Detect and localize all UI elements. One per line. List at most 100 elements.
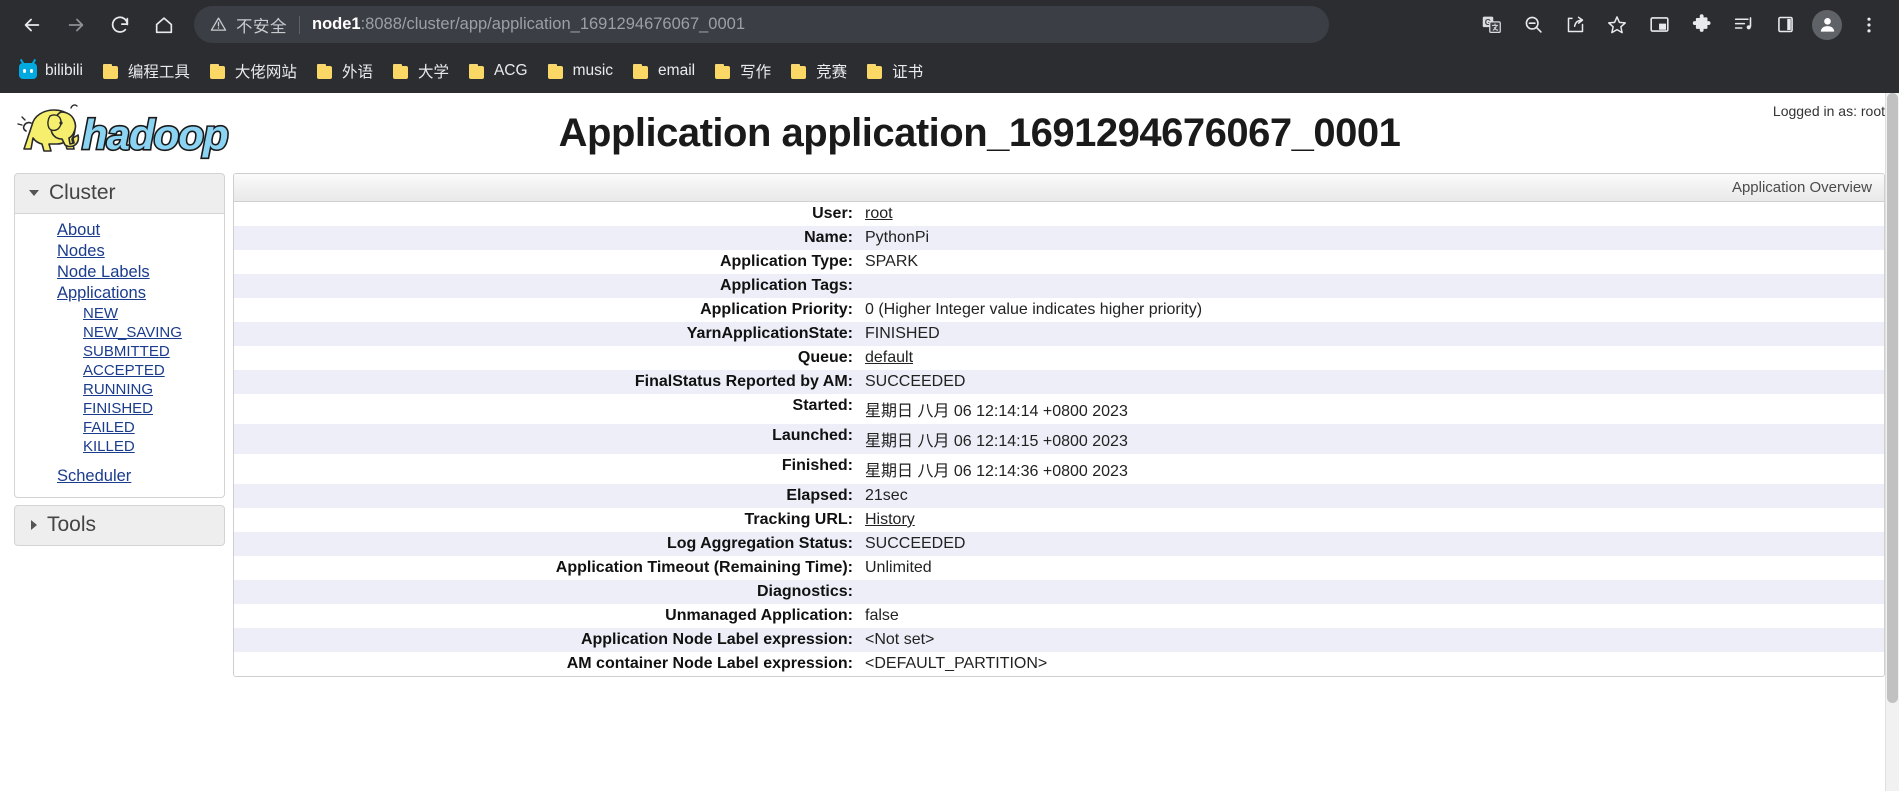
row-label: Started: bbox=[792, 397, 853, 414]
reload-button[interactable] bbox=[98, 3, 142, 47]
user-link[interactable]: root bbox=[865, 205, 893, 222]
bookmark-folder-1[interactable]: 编程工具 bbox=[94, 56, 199, 86]
folder-icon bbox=[392, 63, 410, 79]
sidebar-item-node-labels[interactable]: Node Labels bbox=[57, 262, 150, 283]
row-value: PythonPi bbox=[865, 229, 930, 246]
sidebar-item-killed[interactable]: KILLED bbox=[83, 437, 135, 456]
share-button[interactable] bbox=[1555, 5, 1595, 45]
media-playlist-icon bbox=[1734, 17, 1751, 30]
bilibili-icon bbox=[19, 58, 37, 79]
profile-button[interactable] bbox=[1807, 5, 1847, 45]
sidebar-item-submitted[interactable]: SUBMITTED bbox=[83, 342, 170, 361]
table-row: Diagnostics: bbox=[234, 580, 1884, 604]
row-label: Application Type: bbox=[719, 253, 853, 270]
row-value: <Not set> bbox=[865, 631, 935, 648]
page-header: hadoop Application application_169129467… bbox=[0, 93, 1899, 173]
table-row: Queue: default bbox=[234, 346, 1884, 370]
sidebar-section-cluster-header[interactable]: Cluster bbox=[14, 173, 225, 214]
bookmark-folder-5[interactable]: ACG bbox=[460, 56, 537, 86]
sidebar-item-finished[interactable]: FINISHED bbox=[83, 399, 153, 418]
address-bar[interactable]: 不安全 node1:8088/cluster/app/application_1… bbox=[194, 6, 1329, 43]
bookmark-star-button[interactable] bbox=[1597, 5, 1637, 45]
bookmark-folder-6[interactable]: music bbox=[539, 56, 622, 86]
side-panel-button[interactable] bbox=[1765, 5, 1805, 45]
sidebar-item-about[interactable]: About bbox=[57, 220, 100, 241]
page-scrollbar[interactable] bbox=[1885, 93, 1899, 791]
bookmark-label: 大学 bbox=[417, 64, 449, 81]
sidebar-item-running[interactable]: RUNNING bbox=[83, 380, 153, 399]
table-row: Started: 星期日 八月 06 12:14:14 +0800 2023 bbox=[234, 394, 1884, 424]
bookmark-label: music bbox=[572, 62, 614, 79]
table-row: Application Tags: bbox=[234, 274, 1884, 298]
row-label: Tracking URL: bbox=[744, 511, 853, 528]
home-button[interactable] bbox=[142, 3, 186, 47]
tracking-url-link[interactable]: History bbox=[865, 511, 915, 528]
row-label: Elapsed: bbox=[786, 487, 853, 504]
extensions-puzzle-icon bbox=[1692, 14, 1711, 32]
share-icon bbox=[1567, 16, 1583, 33]
picture-in-picture-button[interactable] bbox=[1639, 5, 1679, 45]
bookmark-label: email bbox=[658, 62, 696, 79]
bookmark-folder-4[interactable]: 大学 bbox=[384, 56, 458, 86]
profile-avatar-icon bbox=[1812, 9, 1842, 40]
sidebar-section-tools-header[interactable]: Tools bbox=[14, 505, 225, 546]
folder-icon bbox=[867, 63, 884, 79]
scrollbar-thumb[interactable] bbox=[1887, 93, 1898, 703]
row-value: FINISHED bbox=[865, 325, 940, 342]
row-label: Application Timeout (Remaining Time): bbox=[555, 559, 853, 576]
row-value: Unlimited bbox=[865, 559, 932, 576]
page-body: Cluster About Nodes Node Labels Applicat… bbox=[0, 173, 1899, 677]
chrome-menu-button[interactable] bbox=[1849, 5, 1889, 45]
table-caption-bar: Application Overview bbox=[234, 174, 1884, 202]
not-secure-warning-icon bbox=[210, 16, 227, 33]
folder-icon bbox=[715, 63, 732, 79]
forward-button[interactable] bbox=[54, 3, 98, 47]
bookmark-folder-9[interactable]: 竞赛 bbox=[782, 56, 856, 86]
row-label: Launched: bbox=[772, 427, 853, 444]
bookmark-folder-2[interactable]: 大佬网站 bbox=[201, 56, 306, 86]
back-button[interactable] bbox=[10, 3, 54, 47]
translate-icon: G bbox=[1482, 16, 1501, 33]
table-row: AM container Node Label expression: <DEF… bbox=[234, 652, 1884, 676]
back-arrow-icon bbox=[24, 18, 40, 31]
sidebar-item-new-saving[interactable]: NEW_SAVING bbox=[83, 323, 182, 342]
table-row: Application Type: SPARK bbox=[234, 250, 1884, 274]
chevron-right-icon bbox=[31, 520, 37, 530]
table-row: Application Priority: 0 (Higher Integer … bbox=[234, 298, 1884, 322]
application-overview-table: Application Overview User: root Name: Py… bbox=[233, 173, 1885, 677]
bookmark-label: bilibili bbox=[45, 62, 83, 79]
bookmark-label: ACG bbox=[493, 62, 528, 79]
translate-button[interactable]: G bbox=[1471, 5, 1511, 45]
bookmark-star-icon bbox=[1608, 15, 1626, 33]
row-label: Application Node Label expression: bbox=[580, 631, 853, 648]
bookmark-bilibili[interactable]: bilibili bbox=[10, 56, 92, 86]
sidebar-section-title: Cluster bbox=[49, 181, 116, 204]
row-value: default bbox=[859, 346, 1884, 370]
queue-link[interactable]: default bbox=[865, 349, 913, 366]
sidebar-item-new[interactable]: NEW bbox=[83, 304, 118, 323]
bookmark-folder-7[interactable]: email bbox=[624, 56, 704, 86]
extensions-button[interactable] bbox=[1681, 5, 1721, 45]
row-value: 星期日 八月 06 12:14:15 +0800 2023 bbox=[865, 433, 1128, 450]
sidebar-item-applications[interactable]: Applications bbox=[57, 283, 146, 304]
row-label: Unmanaged Application: bbox=[665, 607, 853, 624]
bookmark-folder-8[interactable]: 写作 bbox=[706, 56, 780, 86]
sidebar-item-accepted[interactable]: ACCEPTED bbox=[83, 361, 165, 380]
page-title: Application application_1691294676067_00… bbox=[558, 111, 1401, 155]
table-row: User: root bbox=[234, 202, 1884, 226]
sidebar-item-failed[interactable]: FAILED bbox=[83, 418, 135, 437]
bookmark-folder-10[interactable]: 证书 bbox=[858, 56, 932, 86]
bookmark-folder-3[interactable]: 外语 bbox=[308, 56, 382, 86]
browser-chrome: 不安全 node1:8088/cluster/app/application_1… bbox=[0, 0, 1899, 93]
row-label: AM container Node Label expression: bbox=[566, 655, 853, 672]
forward-arrow-icon bbox=[68, 18, 84, 31]
table-row: Log Aggregation Status: SUCCEEDED bbox=[234, 532, 1884, 556]
folder-icon bbox=[209, 63, 227, 79]
folder-icon bbox=[547, 63, 565, 79]
media-playlist-button[interactable] bbox=[1723, 5, 1763, 45]
folder-icon bbox=[102, 63, 120, 79]
zoom-out-button[interactable] bbox=[1513, 5, 1553, 45]
sidebar-item-nodes[interactable]: Nodes bbox=[57, 241, 105, 262]
sidebar-item-scheduler[interactable]: Scheduler bbox=[57, 466, 131, 487]
row-label: Queue: bbox=[797, 349, 853, 366]
